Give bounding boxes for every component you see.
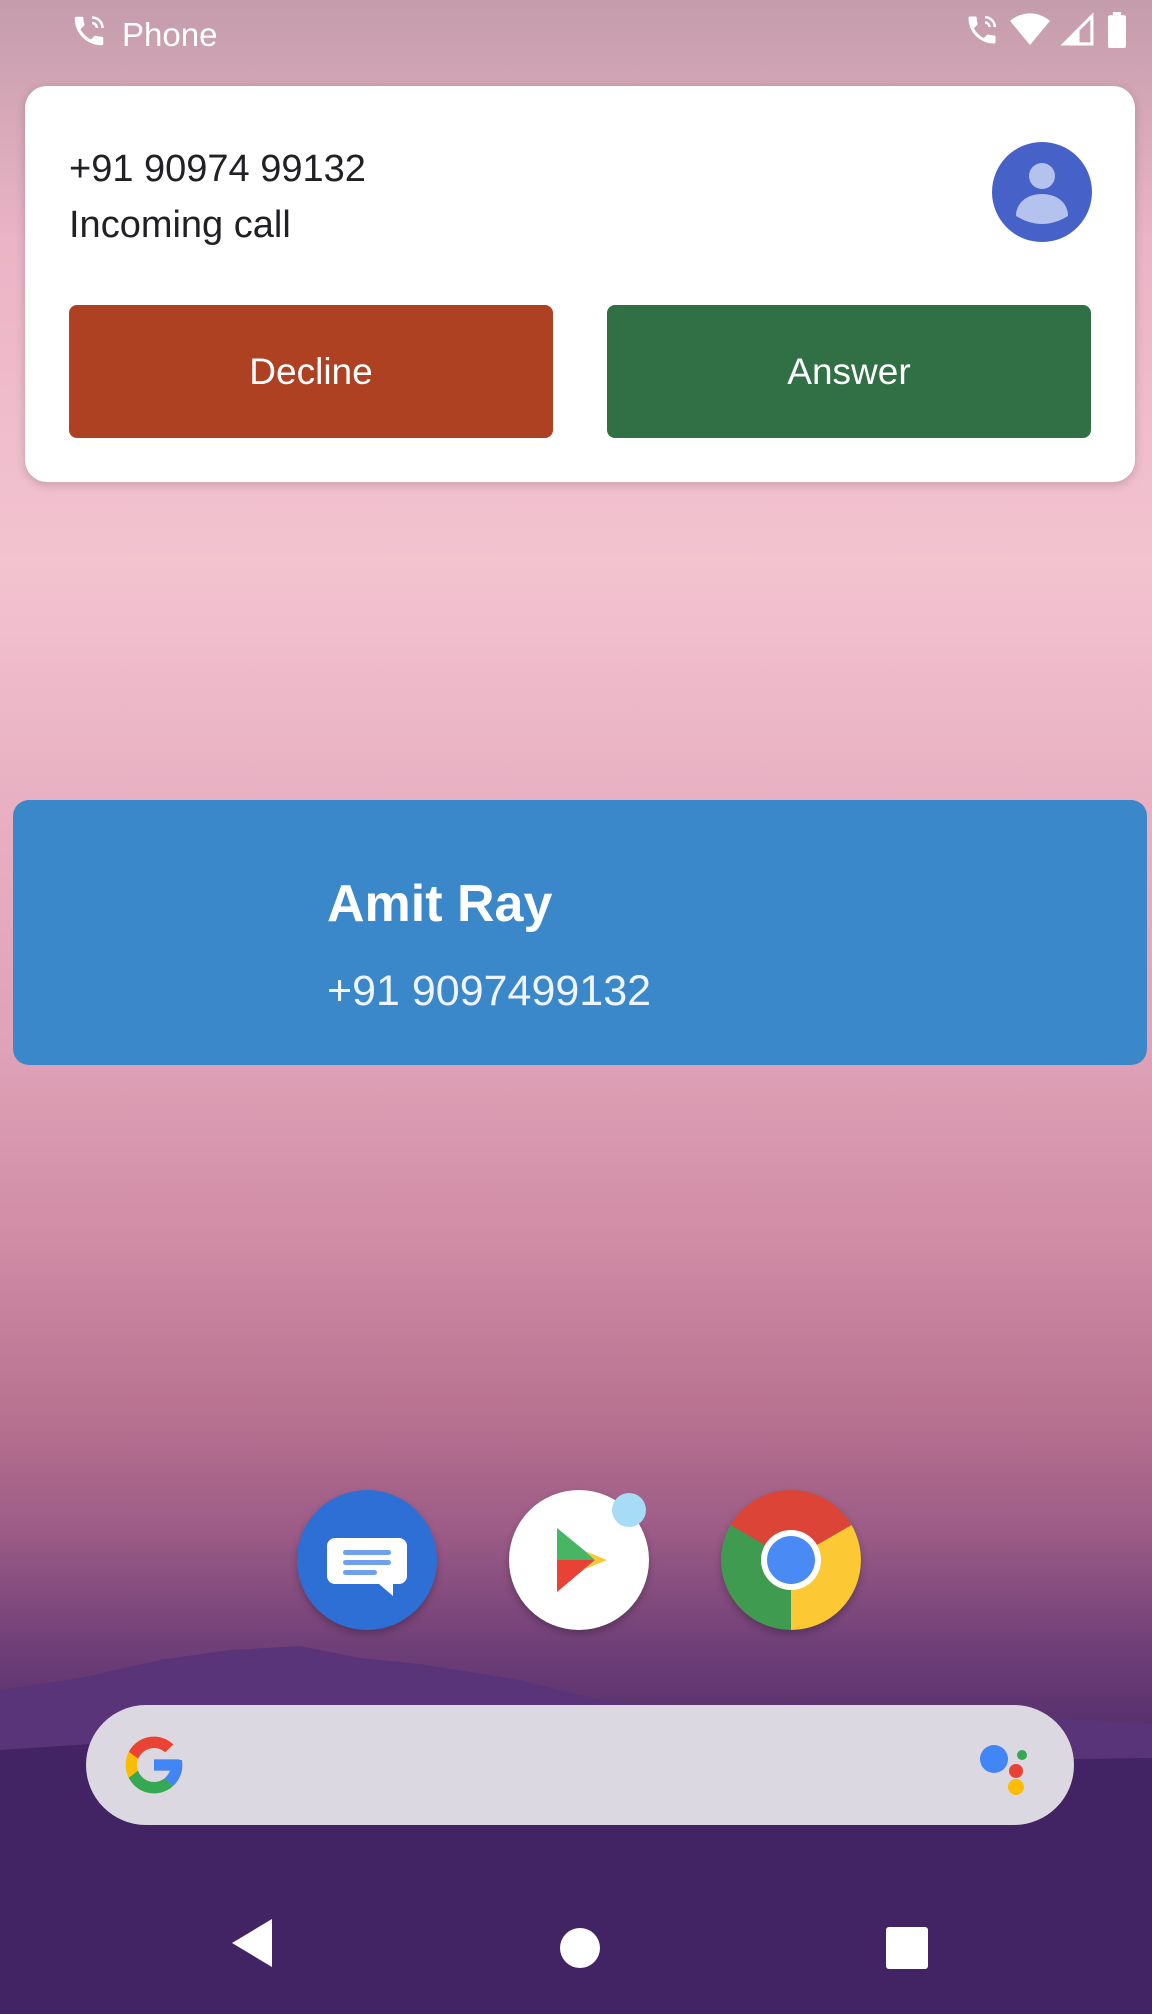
contact-name: Amit Ray: [327, 875, 553, 933]
wifi-icon: [1010, 13, 1050, 52]
contact-number: +91 9097499132: [327, 967, 652, 1015]
recents-icon[interactable]: [886, 1927, 928, 1974]
battery-icon: [1106, 12, 1128, 53]
decline-button[interactable]: Decline: [69, 305, 553, 438]
status-bar: Phone: [0, 0, 1152, 62]
caller-number: +91 90974 99132: [69, 148, 366, 190]
messages-icon: [327, 1538, 407, 1596]
answer-button[interactable]: Answer: [607, 305, 1091, 438]
chrome-app[interactable]: [721, 1490, 861, 1630]
caller-avatar-icon: [992, 142, 1092, 242]
back-icon[interactable]: [226, 1915, 276, 1976]
call-status-text: Incoming call: [69, 204, 291, 246]
messages-app[interactable]: [297, 1490, 437, 1630]
notification-dot: [612, 1493, 646, 1527]
google-search-bar[interactable]: [86, 1705, 1074, 1825]
status-app-label: Phone: [122, 16, 218, 53]
phone-icon: [70, 12, 108, 58]
caller-id-banner: Amit Ray +91 9097499132: [13, 800, 1147, 1065]
assistant-icon[interactable]: [976, 1735, 1038, 1802]
home-icon[interactable]: [560, 1928, 600, 1973]
navigation-bar: [0, 1895, 1152, 2005]
chrome-icon: [721, 1490, 861, 1630]
incoming-call-notification[interactable]: +91 90974 99132 Incoming call Decline An…: [25, 86, 1135, 482]
signal-icon: [1060, 12, 1096, 52]
call-active-icon: [964, 12, 1000, 53]
google-logo-icon: [120, 1731, 188, 1804]
